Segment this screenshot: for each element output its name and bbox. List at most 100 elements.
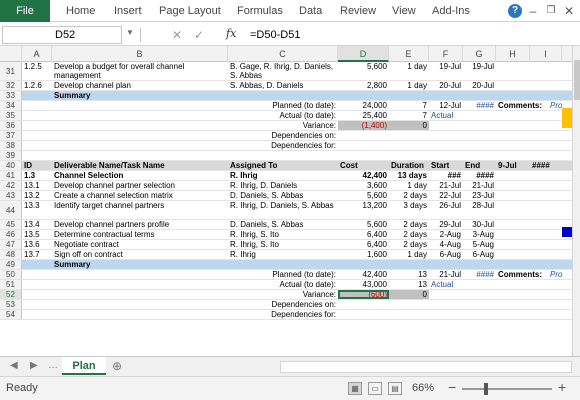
row-number[interactable]: 46 bbox=[0, 230, 22, 239]
cell-c44[interactable]: R. Ihrig, D. Daniels, S. Abbas bbox=[228, 201, 338, 219]
cell-a32[interactable]: 1.2.6 bbox=[22, 81, 52, 90]
cell-f32[interactable]: 20-Jul bbox=[429, 81, 463, 90]
cell-b38[interactable] bbox=[52, 141, 228, 150]
cell-d37[interactable] bbox=[338, 131, 389, 140]
cell-a53[interactable] bbox=[22, 300, 52, 309]
row-number[interactable]: 49 bbox=[0, 260, 22, 269]
cell-f42[interactable]: 21-Jul bbox=[429, 181, 463, 190]
cell-b35[interactable] bbox=[52, 111, 228, 120]
cell-d38[interactable] bbox=[338, 141, 389, 150]
zoom-slider-thumb[interactable] bbox=[484, 383, 488, 395]
cell-a35[interactable] bbox=[22, 111, 52, 120]
cell-a34[interactable] bbox=[22, 101, 52, 110]
column-header-d[interactable]: D bbox=[338, 46, 389, 62]
cell-e39[interactable] bbox=[389, 151, 429, 160]
restore-icon[interactable]: ❐ bbox=[544, 4, 558, 18]
row-number[interactable]: 45 bbox=[0, 220, 22, 229]
cell-b31[interactable]: Develop a budget for overall channel man… bbox=[52, 62, 228, 80]
cell-f31[interactable]: 19-Jul bbox=[429, 62, 463, 80]
row-number[interactable]: 52 bbox=[0, 290, 22, 299]
row-number[interactable]: 54 bbox=[0, 310, 22, 319]
cell-g53[interactable] bbox=[463, 300, 496, 309]
cell-d47[interactable]: 6,400 bbox=[338, 240, 389, 249]
cell-b54[interactable] bbox=[52, 310, 228, 319]
minimize-icon[interactable]: – bbox=[526, 4, 540, 18]
cell-a50[interactable] bbox=[22, 270, 52, 279]
cell-g44[interactable]: 28-Jul bbox=[463, 201, 496, 219]
cell-h40[interactable]: 9-Jul bbox=[496, 161, 530, 170]
cell-g48[interactable]: 6-Aug bbox=[463, 250, 496, 259]
cell-e38[interactable] bbox=[389, 141, 429, 150]
cell-d32[interactable]: 2,800 bbox=[338, 81, 389, 90]
cell-c45[interactable]: D. Daniels, S. Abbas bbox=[228, 220, 338, 229]
cell-f52[interactable] bbox=[429, 290, 463, 299]
cell-f43[interactable]: 22-Jul bbox=[429, 191, 463, 200]
row-number[interactable]: 48 bbox=[0, 250, 22, 259]
cell-f35[interactable]: Actual bbox=[429, 111, 463, 120]
cell-e37[interactable] bbox=[389, 131, 429, 140]
row-number[interactable]: 42 bbox=[0, 181, 22, 190]
cell-e32[interactable]: 1 day bbox=[389, 81, 429, 90]
cell-f38[interactable] bbox=[429, 141, 463, 150]
row-number[interactable]: 51 bbox=[0, 280, 22, 289]
cell-d39[interactable] bbox=[338, 151, 389, 160]
next-sheet-icon[interactable]: ▶ bbox=[30, 360, 38, 371]
cell-e44[interactable]: 3 days bbox=[389, 201, 429, 219]
cell-e41[interactable]: 13 days bbox=[389, 171, 429, 180]
cell-d33[interactable] bbox=[338, 91, 389, 100]
tab-page-layout[interactable]: Page Layout bbox=[159, 0, 221, 22]
cell-g51[interactable] bbox=[463, 280, 496, 289]
cell-b41[interactable]: Channel Selection bbox=[52, 171, 228, 180]
row-number[interactable]: 37 bbox=[0, 131, 22, 140]
cell-a40[interactable]: ID bbox=[22, 161, 52, 170]
cell-a39[interactable] bbox=[22, 151, 52, 160]
cell-b44[interactable]: Identify target channel partners bbox=[52, 201, 228, 219]
formula-input[interactable]: =D50-D51 bbox=[250, 26, 560, 44]
cell-d43[interactable]: 5,600 bbox=[338, 191, 389, 200]
cell-d53[interactable] bbox=[338, 300, 389, 309]
cell-e46[interactable]: 2 days bbox=[389, 230, 429, 239]
cell-c36[interactable]: Variance: bbox=[228, 121, 338, 130]
cell-b47[interactable]: Negotiate contract bbox=[52, 240, 228, 249]
cell-b53[interactable] bbox=[52, 300, 228, 309]
cell-b34[interactable] bbox=[52, 101, 228, 110]
row-number[interactable]: 36 bbox=[0, 121, 22, 130]
cell-g52[interactable] bbox=[463, 290, 496, 299]
row-number[interactable]: 32 bbox=[0, 81, 22, 90]
column-header-g[interactable]: G bbox=[463, 46, 496, 62]
tab-add-ins[interactable]: Add-Ins bbox=[432, 0, 470, 22]
row-number[interactable]: 33 bbox=[0, 91, 22, 100]
cell-a36[interactable] bbox=[22, 121, 52, 130]
cell-d49[interactable] bbox=[338, 260, 389, 269]
row-number[interactable]: 31 bbox=[0, 62, 22, 80]
cell-b43[interactable]: Create a channel selection matrix bbox=[52, 191, 228, 200]
zoom-slider[interactable] bbox=[462, 388, 552, 390]
cell-f37[interactable] bbox=[429, 131, 463, 140]
prev-sheet-icon[interactable]: ◀ bbox=[10, 360, 18, 371]
cell-e48[interactable]: 1 day bbox=[389, 250, 429, 259]
cancel-icon[interactable]: ✕ bbox=[172, 26, 182, 44]
cell-e49[interactable] bbox=[389, 260, 429, 269]
cell-e33[interactable] bbox=[389, 91, 429, 100]
cell-e47[interactable]: 2 days bbox=[389, 240, 429, 249]
tab-view[interactable]: View bbox=[392, 0, 416, 22]
cell-c46[interactable]: R. Ihrig, S. Ito bbox=[228, 230, 338, 239]
column-header-i[interactable]: I bbox=[530, 46, 562, 62]
cell-c37[interactable]: Dependencies on: bbox=[228, 131, 338, 140]
cell-b52[interactable] bbox=[52, 290, 228, 299]
row-number[interactable]: 34 bbox=[0, 101, 22, 110]
cell-f49[interactable] bbox=[429, 260, 463, 269]
name-box[interactable]: D52 bbox=[2, 26, 122, 44]
row-number[interactable]: 44 bbox=[0, 201, 22, 219]
cell-e43[interactable]: 2 days bbox=[389, 191, 429, 200]
cell-c39[interactable] bbox=[228, 151, 338, 160]
chevron-down-icon[interactable]: ▼ bbox=[126, 28, 134, 37]
cell-a46[interactable]: 13.5 bbox=[22, 230, 52, 239]
cell-b36[interactable] bbox=[52, 121, 228, 130]
cell-d34[interactable]: 24,000 bbox=[338, 101, 389, 110]
select-all-corner[interactable] bbox=[0, 46, 22, 62]
cell-d36[interactable]: (1,400) bbox=[338, 121, 389, 130]
cell-d31[interactable]: 5,600 bbox=[338, 62, 389, 80]
cell-g45[interactable]: 30-Jul bbox=[463, 220, 496, 229]
cell-d45[interactable]: 5,600 bbox=[338, 220, 389, 229]
